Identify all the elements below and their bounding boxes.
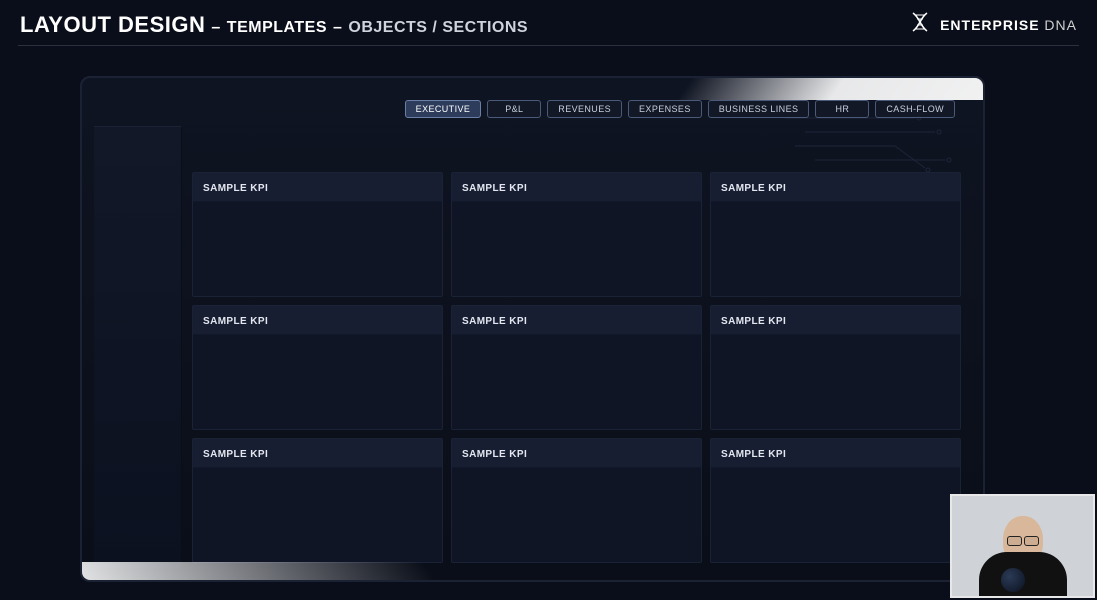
tab-hr[interactable]: HR — [815, 100, 869, 118]
tab-label: REVENUES — [558, 104, 611, 114]
breadcrumb-level3: OBJECTS / SECTIONS — [348, 19, 528, 37]
kpi-tile-title: SAMPLE KPI — [721, 183, 786, 194]
tab-business-lines[interactable]: BUSINESS LINES — [708, 100, 810, 118]
presenter-webcam — [950, 494, 1095, 598]
tab-label: EXECUTIVE — [416, 104, 471, 114]
kpi-grid-wrap: SAMPLE KPI SAMPLE KPI SAMPLE KPI SAMPLE KPI… — [182, 126, 971, 568]
kpi-tile[interactable]: SAMPLE KPI — [710, 438, 961, 563]
brand-strong: ENTERPRISE — [940, 17, 1039, 33]
kpi-tile-body — [193, 335, 442, 429]
tab-revenues[interactable]: REVENUES — [547, 100, 622, 118]
tab-label: EXPENSES — [639, 104, 691, 114]
kpi-tile-header: SAMPLE KPI — [452, 173, 701, 202]
kpi-tile[interactable]: SAMPLE KPI — [710, 172, 961, 297]
tab-label: CASH-FLOW — [886, 104, 944, 114]
kpi-tile[interactable]: SAMPLE KPI — [192, 172, 443, 297]
kpi-tile-title: SAMPLE KPI — [721, 449, 786, 460]
breadcrumb-root: LAYOUT DESIGN — [20, 12, 205, 38]
tab-p-l[interactable]: P&L — [487, 100, 541, 118]
kpi-tile-title: SAMPLE KPI — [203, 449, 268, 460]
kpi-tile-body — [452, 468, 701, 562]
kpi-tile[interactable]: SAMPLE KPI — [451, 172, 702, 297]
corner-accent — [677, 76, 985, 100]
kpi-tile-header: SAMPLE KPI — [452, 306, 701, 335]
breadcrumb-level2: TEMPLATES — [227, 19, 327, 37]
bottom-accent — [80, 562, 437, 582]
header-divider — [18, 45, 1079, 46]
kpi-tile-body — [452, 335, 701, 429]
brand-text: ENTERPRISE DNA — [940, 17, 1077, 33]
kpi-tile-body — [452, 202, 701, 296]
sidebar-panel — [94, 126, 182, 568]
kpi-tile[interactable]: SAMPLE KPI — [451, 438, 702, 563]
kpi-tile-header: SAMPLE KPI — [193, 439, 442, 468]
dashboard-stage: EXECUTIVE P&L REVENUES EXPENSES BUSINESS LIN… — [80, 76, 985, 582]
kpi-tile-body — [193, 468, 442, 562]
kpi-tile-header: SAMPLE KPI — [711, 306, 960, 335]
breadcrumb-sep: – — [211, 19, 220, 37]
tab-label: HR — [835, 104, 849, 114]
dashboard-window: EXECUTIVE P&L REVENUES EXPENSES BUSINESS LIN… — [80, 76, 985, 582]
tab-cash-flow[interactable]: CASH-FLOW — [875, 100, 955, 118]
kpi-grid: SAMPLE KPI SAMPLE KPI SAMPLE KPI SAMPLE KPI… — [192, 172, 961, 563]
kpi-tile-body — [193, 202, 442, 296]
kpi-tile-title: SAMPLE KPI — [203, 183, 268, 194]
kpi-tile[interactable]: SAMPLE KPI — [451, 305, 702, 430]
kpi-tile-header: SAMPLE KPI — [193, 306, 442, 335]
dashboard-body: SAMPLE KPI SAMPLE KPI SAMPLE KPI SAMPLE KPI… — [94, 126, 971, 568]
kpi-tile[interactable]: SAMPLE KPI — [192, 438, 443, 563]
kpi-tile[interactable]: SAMPLE KPI — [710, 305, 961, 430]
breadcrumb-sep: – — [333, 19, 342, 37]
kpi-tile-title: SAMPLE KPI — [462, 183, 527, 194]
kpi-tile-title: SAMPLE KPI — [721, 316, 786, 327]
kpi-tile[interactable]: SAMPLE KPI — [192, 305, 443, 430]
kpi-tile-header: SAMPLE KPI — [711, 173, 960, 202]
kpi-tile-title: SAMPLE KPI — [462, 316, 527, 327]
kpi-tile-body — [711, 335, 960, 429]
kpi-tile-title: SAMPLE KPI — [203, 316, 268, 327]
brand-logo: ENTERPRISE DNA — [908, 10, 1077, 39]
kpi-tile-body — [711, 468, 960, 562]
tab-label: BUSINESS LINES — [719, 104, 799, 114]
dna-icon — [908, 10, 932, 39]
kpi-tile-title: SAMPLE KPI — [462, 449, 527, 460]
tabs-row: EXECUTIVE P&L REVENUES EXPENSES BUSINESS LIN… — [405, 100, 955, 118]
brand-thin: DNA — [1040, 17, 1077, 33]
breadcrumb: LAYOUT DESIGN – TEMPLATES – OBJECTS / SE… — [20, 12, 528, 38]
header-bar: LAYOUT DESIGN – TEMPLATES – OBJECTS / SE… — [0, 0, 1097, 45]
presenter-figure — [973, 510, 1073, 596]
kpi-tile-header: SAMPLE KPI — [711, 439, 960, 468]
tab-executive[interactable]: EXECUTIVE — [405, 100, 482, 118]
tab-label: P&L — [505, 104, 523, 114]
kpi-tile-body — [711, 202, 960, 296]
kpi-tile-header: SAMPLE KPI — [452, 439, 701, 468]
kpi-tile-header: SAMPLE KPI — [193, 173, 442, 202]
tab-expenses[interactable]: EXPENSES — [628, 100, 702, 118]
